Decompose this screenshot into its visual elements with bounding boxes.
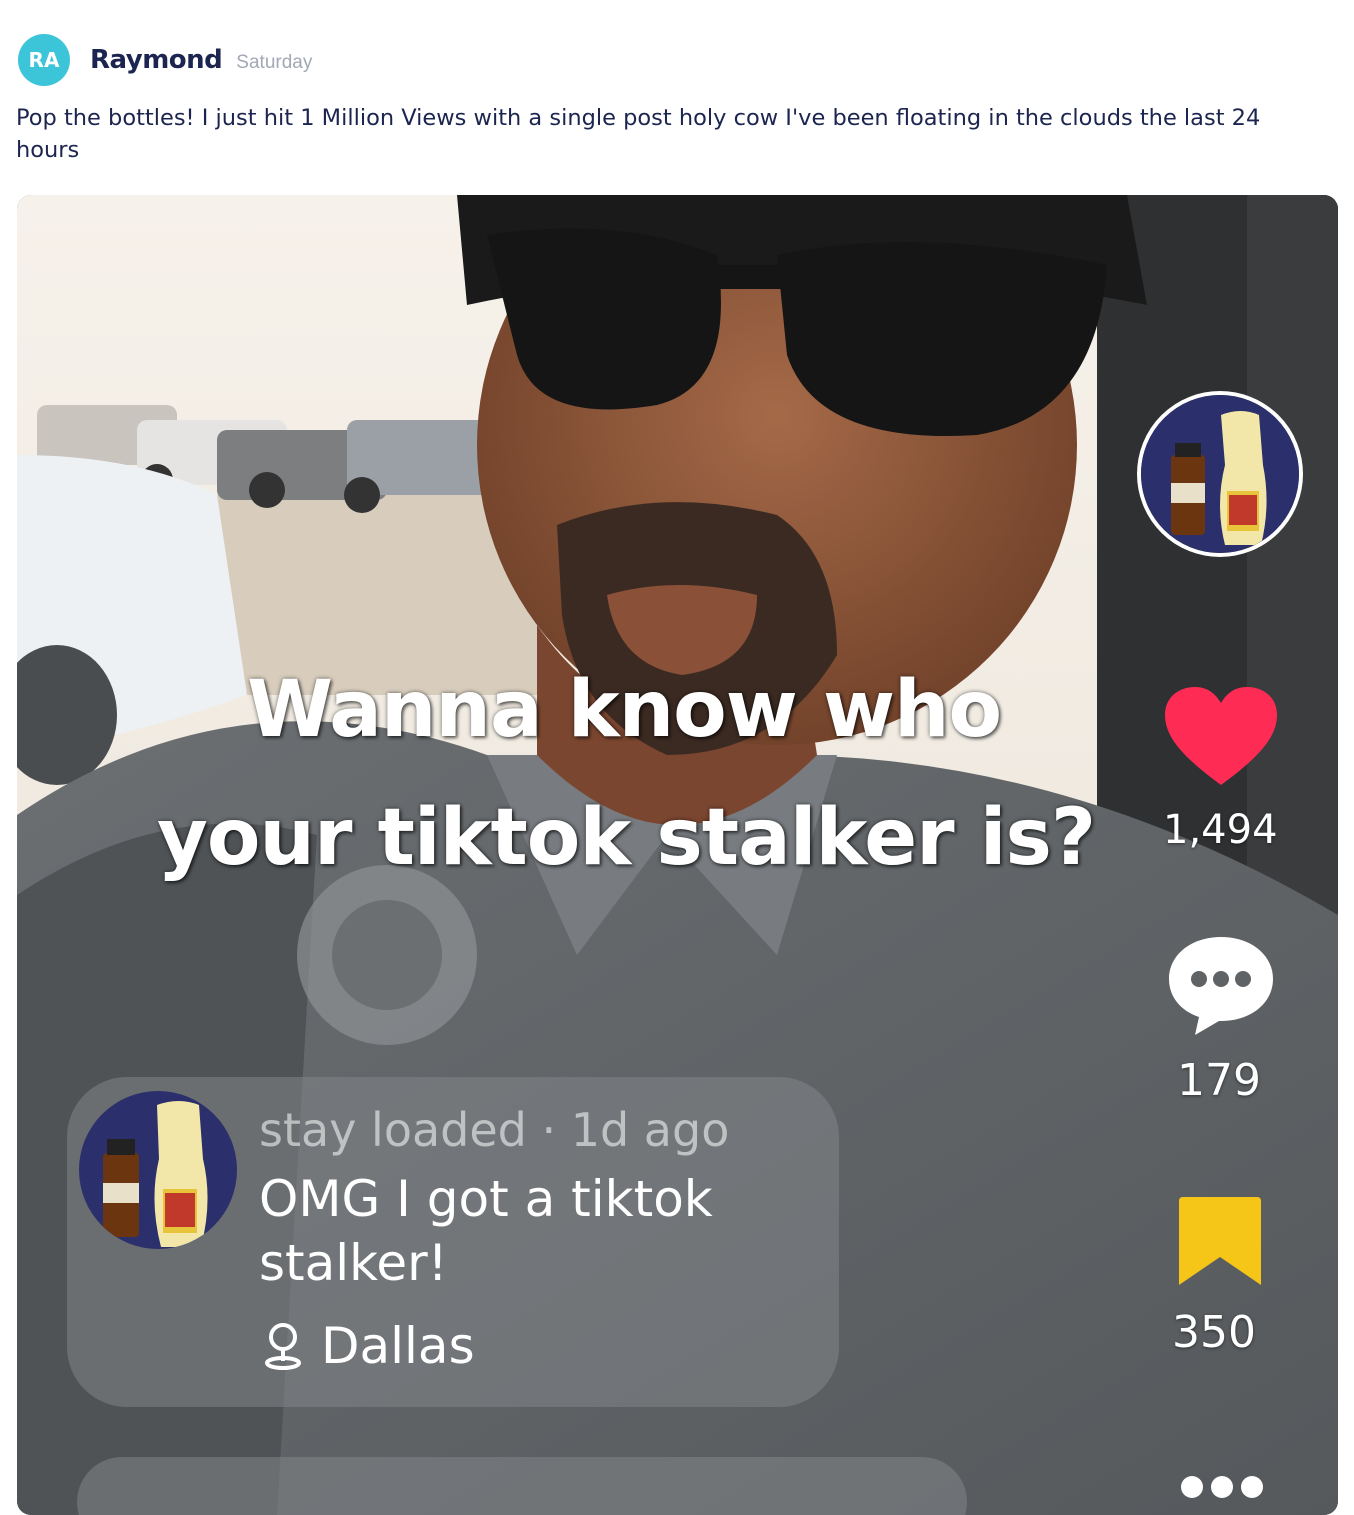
- comment-count: 179: [1177, 1055, 1261, 1106]
- next-comment-card[interactable]: [77, 1457, 967, 1515]
- video-caption-line2: your tiktok stalker is?: [157, 793, 1096, 883]
- comment-icon[interactable]: [1165, 933, 1277, 1037]
- video-caption-line1: Wanna know who: [247, 665, 1002, 755]
- location-pin-icon: [265, 1323, 301, 1370]
- author-avatar[interactable]: RA: [18, 34, 70, 86]
- creator-avatar[interactable]: [1137, 391, 1303, 557]
- detergent-bottles-icon: [79, 1091, 237, 1249]
- post-header: RA Raymond Saturday: [18, 34, 312, 86]
- save-count: 350: [1172, 1307, 1256, 1358]
- comment-meta: stay loaded · 1d ago: [259, 1103, 730, 1157]
- post-text: Pop the bottles! I just hit 1 Million Vi…: [16, 105, 1261, 163]
- more-icon[interactable]: [1177, 1467, 1267, 1507]
- location-label: Dallas: [321, 1317, 475, 1375]
- heart-icon[interactable]: [1163, 685, 1279, 789]
- like-count: 1,494: [1163, 807, 1278, 853]
- commenter-avatar[interactable]: [79, 1091, 237, 1249]
- bookmark-icon[interactable]: [1177, 1193, 1263, 1289]
- video-embed[interactable]: Wanna know who your tiktok stalker is? 1…: [17, 195, 1338, 1515]
- comment-location[interactable]: Dallas: [263, 1317, 475, 1375]
- author-name[interactable]: Raymond: [90, 45, 223, 75]
- comment-body: OMG I got a tiktok stalker!: [259, 1170, 713, 1292]
- post-timestamp: Saturday: [236, 52, 313, 73]
- detergent-bottles-icon: [1141, 395, 1299, 553]
